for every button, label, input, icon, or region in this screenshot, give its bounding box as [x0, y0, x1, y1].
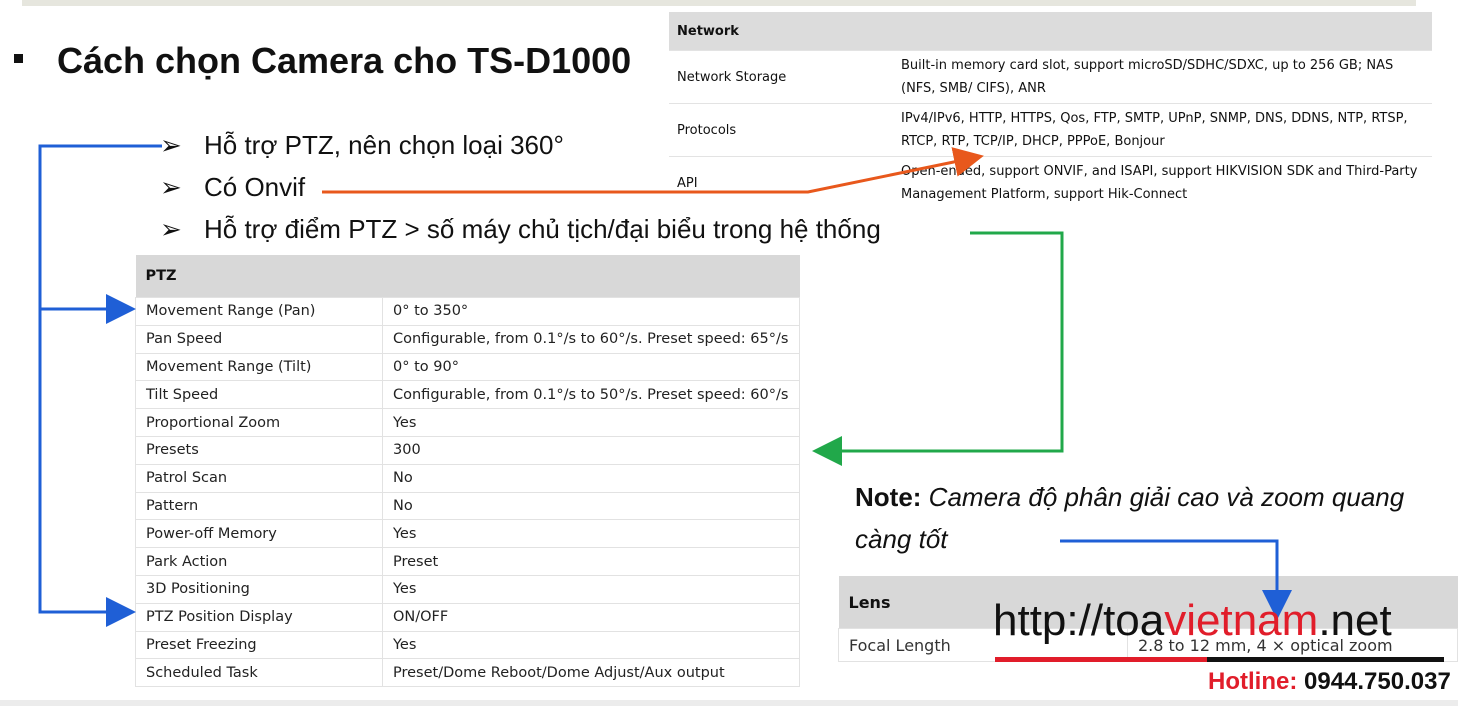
watermark-prefix: http://toa: [993, 596, 1165, 645]
bottom-divider: [0, 700, 1458, 706]
watermark-highlight: vietnam: [1164, 596, 1319, 645]
blue-bracket-arrow: [38, 144, 162, 627]
hotline: Hotline: 0944.750.037: [1208, 668, 1451, 696]
watermark-underline-black: [1207, 657, 1444, 662]
watermark-underline-red: [995, 657, 1207, 662]
hotline-number: 0944.750.037: [1304, 668, 1451, 695]
orange-arrow-onvif: [322, 147, 984, 194]
green-arrow-presets: [812, 231, 1064, 466]
watermark-suffix: .net: [1318, 596, 1392, 645]
hotline-label: Hotline:: [1208, 668, 1298, 695]
website-watermark: http://toavietnam.net: [993, 596, 1392, 646]
